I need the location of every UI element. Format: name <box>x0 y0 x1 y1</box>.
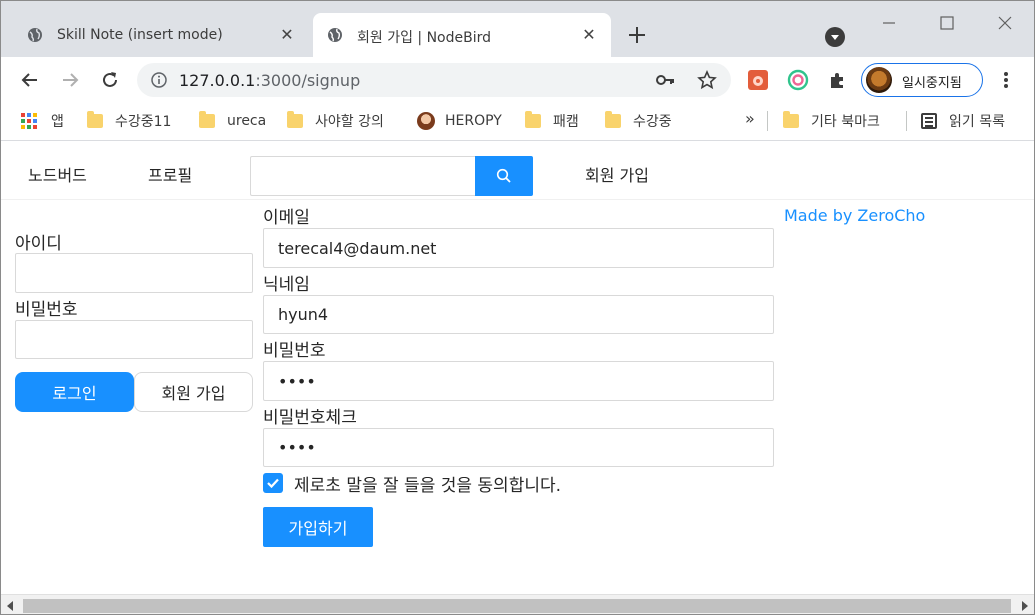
extension-bug-icon[interactable] <box>747 69 769 91</box>
address-bar[interactable]: 127.0.0.1:3000/signup <box>137 63 731 97</box>
globe-icon <box>328 28 342 42</box>
folder-icon <box>525 111 541 128</box>
bookmark-separator <box>767 111 768 131</box>
folder-icon <box>199 111 215 128</box>
tab-title: 회원 가입 | NodeBird <box>357 30 492 46</box>
signup-password-input[interactable]: •••• <box>263 361 774 401</box>
folder-icon <box>783 111 799 128</box>
email-input[interactable]: terecal4@daum.net <box>263 228 774 268</box>
info-icon[interactable] <box>151 72 167 88</box>
window-close-icon[interactable] <box>993 11 1017 35</box>
scroll-right-icon[interactable] <box>1022 601 1028 611</box>
tab-search-icon[interactable] <box>825 27 845 47</box>
folder-icon <box>87 111 103 128</box>
bookmark-heropy[interactable]: HEROPY <box>417 111 502 131</box>
signup-password-label: 비밀번호 <box>263 341 326 361</box>
apps-grid-icon <box>21 113 37 129</box>
star-icon[interactable] <box>697 70 717 90</box>
folder-icon <box>605 111 621 128</box>
bookmark-folder[interactable]: 패캠 <box>525 111 579 131</box>
site-menu: 노드버드 프로필 회원 가입 <box>1 142 1034 200</box>
signup-link-button[interactable]: 회원 가입 <box>134 372 253 412</box>
tab-signup[interactable]: 회원 가입 | NodeBird ✕ <box>313 13 611 57</box>
nickname-label: 닉네임 <box>263 275 310 295</box>
login-button[interactable]: 로그인 <box>15 372 134 412</box>
profile-button[interactable]: 일시중지됨 <box>861 63 983 97</box>
tab-skill-note[interactable]: Skill Note (insert mode) ✕ <box>13 13 309 57</box>
menu-profile-link[interactable]: 프로필 <box>148 162 192 186</box>
minimize-icon[interactable] <box>877 11 901 35</box>
bookmark-folder[interactable]: 사야할 강의 <box>287 111 384 131</box>
terms-label[interactable]: 제로초 말을 잘 들을 것을 동의합니다. <box>294 471 561 496</box>
bookmark-folder[interactable]: 수강중11 <box>87 111 171 131</box>
globe-icon <box>28 28 42 42</box>
menu-signup-link[interactable]: 회원 가입 <box>585 162 649 186</box>
bookmarks-bar: 앱 수강중11 ureca 사야할 강의 HEROPY 패캠 수강중 기타 북마… <box>1 101 1034 141</box>
avatar <box>866 67 892 93</box>
password-check-label: 비밀번호체크 <box>263 408 357 428</box>
bookmark-apps[interactable]: 앱 <box>21 111 64 131</box>
key-icon[interactable] <box>655 71 675 89</box>
forward-icon[interactable] <box>59 69 81 91</box>
maximize-icon[interactable] <box>935 11 959 35</box>
submit-signup-button[interactable]: 가입하기 <box>263 507 373 547</box>
bookmark-folder[interactable]: 수강중 <box>605 111 672 131</box>
browser-menu-icon[interactable] <box>997 69 1015 91</box>
url-text: 127.0.0.1:3000/signup <box>179 71 361 90</box>
tab-strip: Skill Note (insert mode) ✕ 회원 가입 | NodeB… <box>1 1 1034 57</box>
check-icon <box>267 478 279 489</box>
back-icon[interactable] <box>19 69 41 91</box>
scrollbar-thumb[interactable] <box>23 599 1011 613</box>
id-label: 아이디 <box>15 234 62 254</box>
tab-title: Skill Note (insert mode) <box>57 27 223 43</box>
reading-list-icon <box>921 113 937 129</box>
close-icon[interactable]: ✕ <box>579 24 599 44</box>
extensions-puzzle-icon[interactable] <box>827 69 849 91</box>
extension-target-icon[interactable] <box>787 69 809 91</box>
password-check-input[interactable]: •••• <box>263 428 774 467</box>
more-bookmarks-chevron[interactable]: » <box>745 109 755 128</box>
terms-checkbox[interactable] <box>263 473 283 493</box>
reading-list[interactable]: 읽기 목록 <box>921 111 1005 131</box>
close-icon[interactable]: ✕ <box>277 24 297 44</box>
bookmark-folder[interactable]: ureca <box>199 111 266 131</box>
folder-icon <box>287 111 303 128</box>
profile-status: 일시중지됨 <box>902 76 962 91</box>
made-by-link[interactable]: Made by ZeroCho <box>784 206 925 225</box>
search-icon <box>496 168 511 183</box>
password-label: 비밀번호 <box>15 300 78 320</box>
email-label: 이메일 <box>263 208 310 228</box>
browser-toolbar: 127.0.0.1:3000/signup 일시중지됨 <box>1 57 1034 101</box>
heropy-favicon-icon <box>417 112 435 130</box>
new-tab-icon[interactable] <box>625 23 649 47</box>
reload-icon[interactable] <box>99 69 121 91</box>
scroll-left-icon[interactable] <box>7 601 13 611</box>
browser-window: Skill Note (insert mode) ✕ 회원 가입 | NodeB… <box>0 0 1035 615</box>
bookmark-separator <box>906 111 907 131</box>
menu-home-link[interactable]: 노드버드 <box>28 162 87 186</box>
nickname-input[interactable]: hyun4 <box>263 295 774 334</box>
bookmark-other[interactable]: 기타 북마크 <box>783 111 880 131</box>
search-input[interactable] <box>250 156 476 196</box>
login-id-input[interactable] <box>15 253 253 293</box>
login-password-input[interactable] <box>15 320 253 359</box>
search-button[interactable] <box>475 156 533 196</box>
horizontal-scrollbar[interactable] <box>1 594 1034 614</box>
page-content: 노드버드 프로필 회원 가입 아이디 비밀번호 로그인 회원 가입 이메일 te… <box>1 142 1034 594</box>
